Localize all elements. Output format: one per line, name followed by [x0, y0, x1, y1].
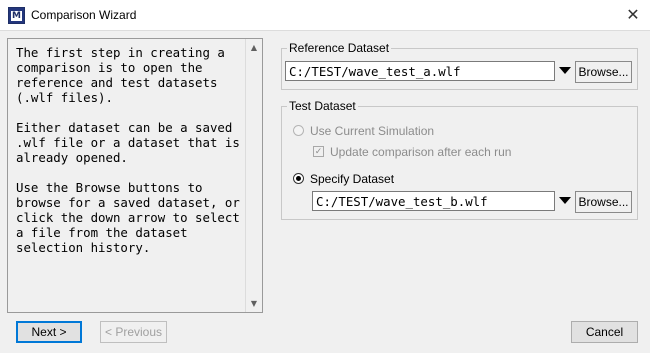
help-text-line: Use the Browse buttons to	[16, 180, 203, 195]
help-text-line: (.wlf files).	[16, 90, 113, 105]
help-text: The first step in creating a comparison i…	[16, 45, 246, 255]
test-dataset-path[interactable]: C:/TEST/wave_test_b.wlf	[316, 194, 488, 209]
close-icon[interactable]: ✕	[622, 5, 644, 25]
test-dataset-title: Test Dataset	[287, 99, 358, 113]
help-text-line: Either dataset can be a saved	[16, 120, 233, 135]
update-after-run-label: Update comparison after each run	[330, 145, 512, 159]
test-dataset-combo[interactable]: C:/TEST/wave_test_b.wlf	[312, 191, 555, 211]
title-bar: M Comparison Wizard ✕	[0, 0, 650, 31]
app-icon-letter: M	[11, 11, 22, 21]
help-text-line: click the down arrow to select	[16, 210, 240, 225]
update-after-run-checkbox[interactable]: ✓	[313, 146, 324, 157]
help-text-panel: The first step in creating a comparison i…	[7, 38, 263, 313]
specify-dataset-radio[interactable]	[293, 173, 304, 184]
app-icon: M	[8, 7, 25, 24]
scroll-up-arrow-icon[interactable]: ▲	[246, 39, 262, 56]
test-history-dropdown[interactable]	[556, 191, 574, 211]
chevron-down-icon	[559, 197, 571, 204]
help-text-line: browse for a saved dataset, or	[16, 195, 240, 210]
window-title: Comparison Wizard	[31, 8, 137, 22]
help-text-line	[16, 105, 246, 120]
previous-button[interactable]: < Previous	[100, 321, 167, 343]
help-text-line: .wlf file or a dataset that is	[16, 135, 240, 150]
reference-history-dropdown[interactable]	[556, 61, 574, 81]
help-text-line	[16, 165, 246, 180]
help-text-line: The first step in creating a	[16, 45, 225, 60]
reference-dataset-path[interactable]: C:/TEST/wave_test_a.wlf	[289, 64, 461, 79]
help-text-line: a file from the dataset	[16, 225, 188, 240]
test-browse-button[interactable]: Browse...	[575, 191, 632, 213]
next-button[interactable]: Next >	[16, 321, 82, 343]
chevron-down-icon	[559, 67, 571, 74]
help-scrollbar[interactable]: ▲ ▼	[245, 39, 262, 312]
specify-dataset-label: Specify Dataset	[310, 172, 395, 186]
help-text-line: reference and test datasets	[16, 75, 218, 90]
use-current-simulation-label: Use Current Simulation	[310, 124, 435, 138]
help-text-line: already opened.	[16, 150, 128, 165]
help-text-line: selection history.	[16, 240, 151, 255]
help-text-line: comparison is to open the	[16, 60, 203, 75]
use-current-simulation-radio[interactable]	[293, 125, 304, 136]
scroll-down-arrow-icon[interactable]: ▼	[246, 295, 262, 312]
reference-dataset-title: Reference Dataset	[287, 41, 392, 55]
reference-dataset-combo[interactable]: C:/TEST/wave_test_a.wlf	[285, 61, 555, 81]
radio-selected-dot	[296, 176, 301, 181]
reference-browse-button[interactable]: Browse...	[575, 61, 632, 83]
cancel-button[interactable]: Cancel	[571, 321, 638, 343]
